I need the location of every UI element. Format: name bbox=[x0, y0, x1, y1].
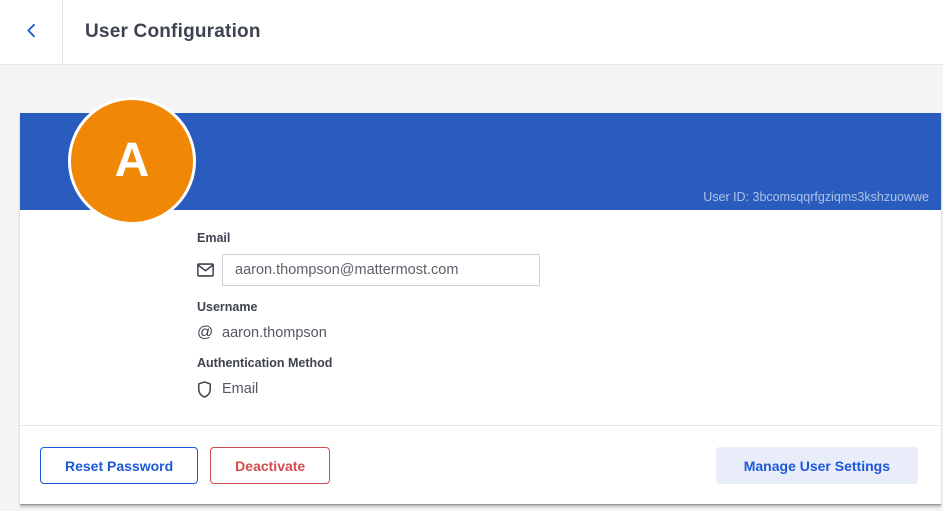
manage-user-settings-button[interactable]: Manage User Settings bbox=[716, 447, 918, 484]
page-title: User Configuration bbox=[85, 21, 261, 43]
user-details: Email Username @ bbox=[20, 210, 941, 425]
mail-icon bbox=[197, 263, 219, 277]
auth-method-label: Authentication Method bbox=[197, 357, 901, 370]
email-field-group: Email bbox=[197, 232, 901, 286]
profile-banner: A User ID: 3bcomsqqrfgziqms3kshzuowwe bbox=[20, 113, 941, 210]
avatar-initial: A bbox=[115, 137, 150, 185]
user-configuration-card: A User ID: 3bcomsqqrfgziqms3kshzuowwe Em… bbox=[20, 113, 941, 505]
email-row bbox=[197, 254, 901, 286]
auth-method-row: Email bbox=[197, 379, 901, 399]
auth-method-value: Email bbox=[222, 381, 258, 397]
username-field-group: Username @ aaron.thompson bbox=[197, 301, 901, 343]
back-chevron-icon bbox=[23, 22, 40, 42]
user-id-text: User ID: 3bcomsqqrfgziqms3kshzuowwe bbox=[703, 190, 929, 204]
page-header: User Configuration bbox=[0, 0, 943, 65]
username-value: aaron.thompson bbox=[222, 325, 327, 341]
email-input[interactable] bbox=[222, 254, 540, 286]
page-body: A User ID: 3bcomsqqrfgziqms3kshzuowwe Em… bbox=[0, 113, 943, 505]
back-button[interactable] bbox=[0, 0, 62, 64]
username-row: @ aaron.thompson bbox=[197, 323, 901, 343]
card-footer: Reset Password Deactivate Manage User Se… bbox=[20, 426, 941, 504]
avatar: A bbox=[68, 97, 196, 225]
email-label: Email bbox=[197, 232, 901, 245]
header-divider bbox=[62, 0, 63, 64]
at-sign-icon: @ bbox=[197, 325, 219, 341]
deactivate-button[interactable]: Deactivate bbox=[210, 447, 330, 484]
username-label: Username bbox=[197, 301, 901, 314]
auth-method-field-group: Authentication Method Email bbox=[197, 357, 901, 399]
reset-password-button[interactable]: Reset Password bbox=[40, 447, 198, 484]
shield-icon bbox=[197, 381, 219, 398]
